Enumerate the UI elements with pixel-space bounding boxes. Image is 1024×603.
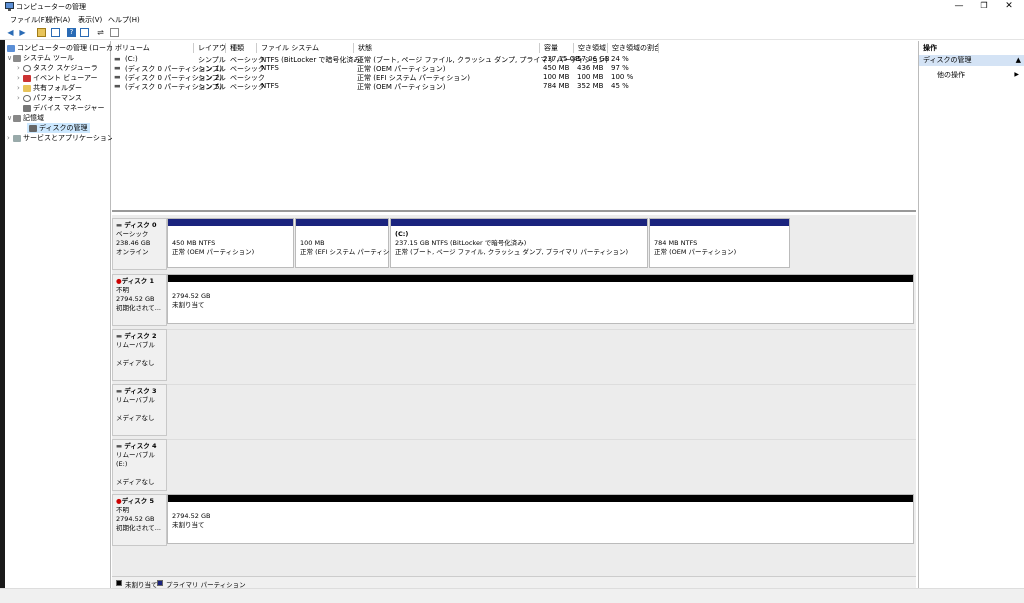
disk-icon: [29, 124, 37, 132]
partition-oem-1[interactable]: 450 MB NTFS 正常 (OEM パーティション): [167, 218, 294, 268]
submenu-arrow-icon[interactable]: ▶: [1014, 71, 1019, 78]
tree-system-tools[interactable]: ∨ システム ツール: [7, 53, 74, 63]
disk-icon: ▬: [116, 387, 125, 395]
tree-performance[interactable]: › パフォーマンス: [17, 93, 82, 103]
col-type[interactable]: 種類: [227, 43, 257, 53]
computer-management-icon: [5, 2, 14, 11]
disk-4-label[interactable]: ▬ ディスク 4 リムーバブル (E:) メディアなし: [112, 439, 167, 491]
volume-list: ボリューム レイアウト 種類 ファイル システム 状態 容量 空き領域 空き領域…: [112, 41, 916, 212]
col-free[interactable]: 空き領域: [575, 43, 608, 53]
disk-2-partitions: [167, 329, 916, 381]
disk-1-label[interactable]: ●ディスク 1 不明 2794.52 GB 初期化されて...: [112, 274, 167, 326]
actions-header: 操作: [923, 44, 937, 52]
toolbar: ◀ ▶ ? ⇌: [0, 25, 1024, 40]
forward-arrow-icon[interactable]: ▶: [18, 28, 27, 37]
tree-shared-folders[interactable]: › 共有フォルダー: [17, 83, 82, 93]
tree-services-apps[interactable]: › サービスとアプリケーション: [7, 133, 114, 143]
disk-2-label[interactable]: ▬ ディスク 2 リムーバブル メディアなし: [112, 329, 167, 381]
unallocated-space[interactable]: 2794.52 GB 未割り当て: [167, 274, 914, 324]
col-capacity[interactable]: 容量: [541, 43, 574, 53]
disk-icon: ▬: [116, 221, 125, 229]
unallocated-space[interactable]: 2794.52 GB 未割り当て: [167, 494, 914, 544]
primary-partition-bar: [168, 219, 293, 226]
partition-c[interactable]: (C:) 237.15 GB NTFS (BitLocker で暗号化済み) 正…: [390, 218, 648, 268]
menu-file[interactable]: ファイル(F): [10, 15, 48, 25]
help-icon[interactable]: ?: [67, 28, 76, 37]
unallocated-bar: [168, 275, 913, 282]
disk-1-partitions: 2794.52 GB 未割り当て: [167, 274, 916, 326]
disk-icon: ▬: [116, 332, 125, 340]
tools-icon: [13, 54, 21, 62]
drive-icon: ▬: [114, 82, 121, 90]
disk-5-label[interactable]: ●ディスク 5 不明 2794.52 GB 初期化されて...: [112, 494, 167, 546]
disk-0-partitions: 450 MB NTFS 正常 (OEM パーティション) 100 MB 正常 (…: [167, 218, 916, 270]
tree-storage[interactable]: ∨ 記憶域: [7, 113, 44, 123]
computer-icon: [7, 44, 15, 52]
storage-icon: [13, 114, 21, 122]
disk-3-partitions: [167, 384, 916, 436]
primary-partition-bar: [391, 219, 647, 226]
properties-icon[interactable]: [80, 28, 89, 37]
tree-task-scheduler[interactable]: › タスク スケジューラ: [17, 63, 98, 73]
primary-partition-bar: [296, 219, 388, 226]
up-folder-icon[interactable]: [37, 28, 46, 37]
menu-action[interactable]: 操作(A): [46, 15, 70, 25]
primary-partition-bar: [650, 219, 789, 226]
disk-5-row: ●ディスク 5 不明 2794.52 GB 初期化されて... 2794.52 …: [112, 494, 916, 546]
disk-2-row: ▬ ディスク 2 リムーバブル メディアなし: [112, 329, 916, 381]
disk-0-label[interactable]: ▬ ディスク 0 ベーシック 238.46 GB オンライン: [112, 218, 167, 270]
window-title: コンピューターの管理: [16, 3, 86, 11]
status-bar: [0, 588, 1024, 603]
tree-disk-management[interactable]: ディスクの管理: [27, 123, 90, 133]
console-icon[interactable]: [110, 28, 119, 37]
services-icon: [13, 134, 21, 142]
menu-bar: ファイル(F) 操作(A) 表示(V) ヘルプ(H): [0, 13, 1024, 25]
col-status[interactable]: 状態: [355, 43, 540, 53]
col-filesystem[interactable]: ファイル システム: [258, 43, 354, 53]
table-row[interactable]: ▬ (ディスク 0 パーティション 5) シンプル ベーシック NTFS 正常 …: [112, 82, 712, 92]
device-manager-icon: [23, 104, 31, 112]
actions-pane: 操作 ディスクの管理 ▲ 他の操作 ▶: [918, 41, 1024, 588]
disk-3-row: ▬ ディスク 3 リムーバブル メディアなし: [112, 384, 916, 436]
menu-view[interactable]: 表示(V): [78, 15, 102, 25]
disk-3-label[interactable]: ▬ ディスク 3 リムーバブル メディアなし: [112, 384, 167, 436]
disk-map: ▬ ディスク 0 ベーシック 238.46 GB オンライン 450 MB NT…: [112, 215, 916, 588]
col-free-pct[interactable]: 空き領域の割合: [609, 43, 659, 53]
primary-swatch: [157, 580, 163, 586]
performance-icon: [23, 94, 31, 102]
disk-1-row: ●ディスク 1 不明 2794.52 GB 初期化されて... 2794.52 …: [112, 274, 916, 326]
actions-section-disk-management[interactable]: ディスクの管理 ▲: [919, 55, 1024, 66]
event-log-icon: [23, 74, 31, 82]
col-layout[interactable]: レイアウト: [195, 43, 226, 53]
drive-icon: ▬: [114, 73, 121, 81]
drive-icon: ▬: [114, 55, 121, 63]
partition-oem-5[interactable]: 784 MB NTFS 正常 (OEM パーティション): [649, 218, 790, 268]
col-volume[interactable]: ボリューム: [112, 43, 194, 53]
back-arrow-icon[interactable]: ◀: [6, 28, 15, 37]
partition-efi[interactable]: 100 MB 正常 (EFI システム パーティション): [295, 218, 405, 268]
legend: 未割り当て プライマリ パーティション: [112, 576, 916, 589]
unallocated-swatch: [116, 580, 122, 586]
collapse-up-icon[interactable]: ▲: [1016, 55, 1021, 66]
connect-icon[interactable]: ⇌: [96, 28, 105, 37]
navigation-tree: コンピューターの管理 (ローカル) ∨ システム ツール › タスク スケジューラ …: [5, 41, 123, 588]
tree-event-viewer[interactable]: › イベント ビューアー: [17, 73, 98, 83]
disk-5-partitions: 2794.52 GB 未割り当て: [167, 494, 916, 546]
clock-icon: [23, 64, 31, 72]
disk-4-row: ▬ ディスク 4 リムーバブル (E:) メディアなし: [112, 439, 916, 491]
drive-icon: ▬: [114, 64, 121, 72]
disk-4-partitions: [167, 439, 916, 491]
show-hide-tree-icon[interactable]: [51, 28, 60, 37]
menu-help[interactable]: ヘルプ(H): [108, 15, 140, 25]
close-button[interactable]: ✕: [994, 0, 1024, 13]
unallocated-bar: [168, 495, 913, 502]
computer-management-window: コンピューターの管理 — ❐ ✕ ファイル(F) 操作(A) 表示(V) ヘルプ…: [0, 0, 1024, 603]
disk-icon: ▬: [116, 442, 125, 450]
tree-device-manager[interactable]: デバイス マネージャー: [17, 103, 105, 113]
more-actions[interactable]: 他の操作: [937, 70, 965, 80]
title-bar: コンピューターの管理 — ❐ ✕: [0, 0, 1024, 13]
disk-0-row: ▬ ディスク 0 ベーシック 238.46 GB オンライン 450 MB NT…: [112, 218, 916, 270]
tree-root[interactable]: コンピューターの管理 (ローカル): [7, 43, 123, 53]
shared-folder-icon: [23, 84, 31, 92]
